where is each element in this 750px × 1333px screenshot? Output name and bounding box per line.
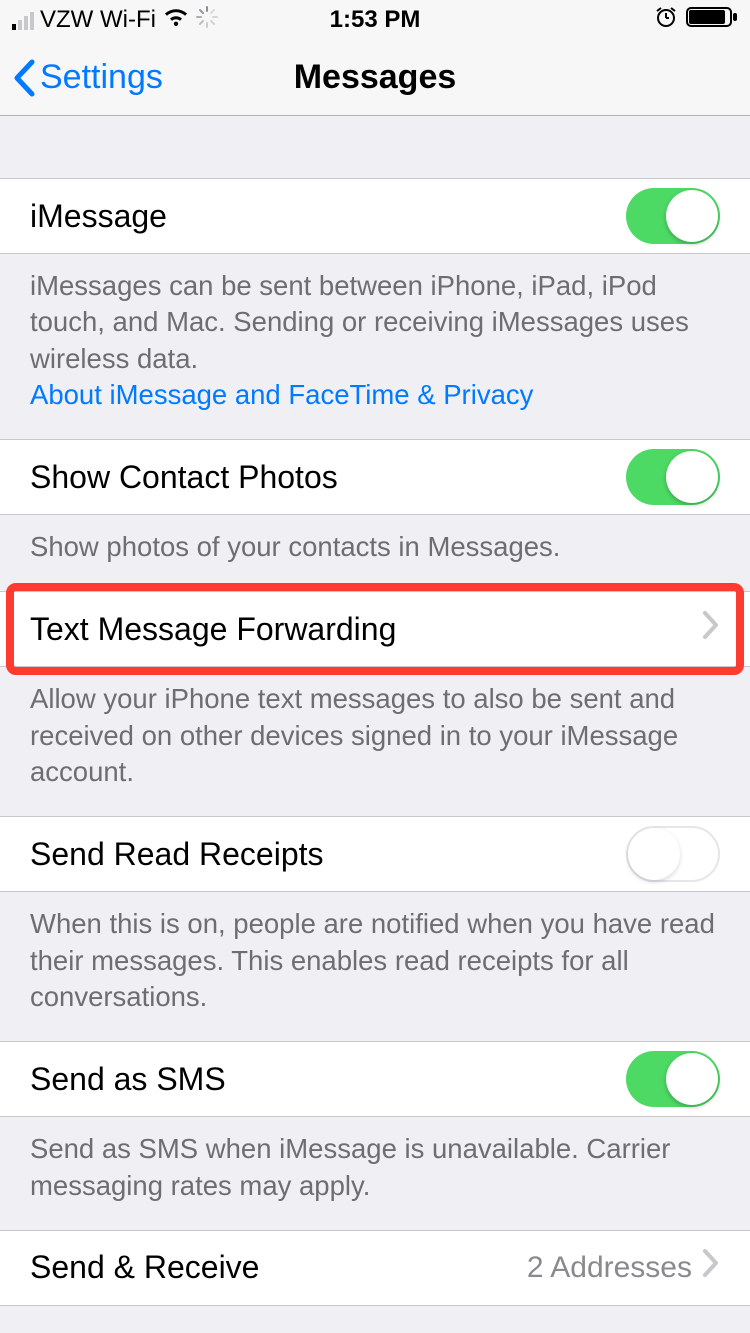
carrier-label: VZW Wi-Fi <box>40 6 156 34</box>
row-read-receipts[interactable]: Send Read Receipts <box>0 816 750 892</box>
row-send-as-sms[interactable]: Send as SMS <box>0 1041 750 1117</box>
row-imessage[interactable]: iMessage <box>0 178 750 254</box>
row-label: Send as SMS <box>30 1061 626 1098</box>
footer-contact-photos: Show photos of your contacts in Messages… <box>0 515 750 591</box>
chevron-left-icon <box>12 59 36 97</box>
status-bar: VZW Wi-Fi 1:53 PM <box>0 0 750 40</box>
row-label: Send Read Receipts <box>30 836 626 873</box>
footer-forwarding: Allow your iPhone text messages to also … <box>0 667 750 816</box>
chevron-right-icon <box>702 610 720 649</box>
row-contact-photos[interactable]: Show Contact Photos <box>0 439 750 515</box>
settings-list: iMessage iMessages can be sent between i… <box>0 116 750 1333</box>
status-time: 1:53 PM <box>330 6 421 34</box>
toggle-imessage[interactable] <box>626 188 720 244</box>
chevron-right-icon <box>702 1248 720 1287</box>
wifi-icon <box>162 6 190 35</box>
battery-icon <box>686 5 738 36</box>
loading-spinner-icon <box>196 6 218 35</box>
row-label: Show Contact Photos <box>30 459 626 496</box>
row-label: Text Message Forwarding <box>30 611 702 648</box>
link-imessage-privacy[interactable]: About iMessage and FaceTime & Privacy <box>30 379 533 410</box>
toggle-send-as-sms[interactable] <box>626 1051 720 1107</box>
footer-text: iMessages can be sent between iPhone, iP… <box>30 270 689 374</box>
footer-read-receipts: When this is on, people are notified whe… <box>0 892 750 1041</box>
back-button[interactable]: Settings <box>0 58 163 97</box>
row-label: iMessage <box>30 198 626 235</box>
toggle-read-receipts[interactable] <box>626 826 720 882</box>
footer-imessage: iMessages can be sent between iPhone, iP… <box>0 254 750 439</box>
alarm-icon <box>654 5 678 36</box>
footer-send-sms: Send as SMS when iMessage is unavailable… <box>0 1117 750 1230</box>
row-send-receive[interactable]: Send & Receive 2 Addresses <box>0 1230 750 1306</box>
row-text-message-forwarding[interactable]: Text Message Forwarding <box>0 591 750 667</box>
row-label: Send & Receive <box>30 1249 527 1286</box>
section-header-sms-mms: SMS/MMS <box>0 1306 750 1333</box>
cellular-signal-icon <box>12 10 34 30</box>
row-detail: 2 Addresses <box>527 1251 692 1285</box>
back-label: Settings <box>40 58 163 97</box>
toggle-contact-photos[interactable] <box>626 449 720 505</box>
nav-bar: Settings Messages <box>0 40 750 116</box>
